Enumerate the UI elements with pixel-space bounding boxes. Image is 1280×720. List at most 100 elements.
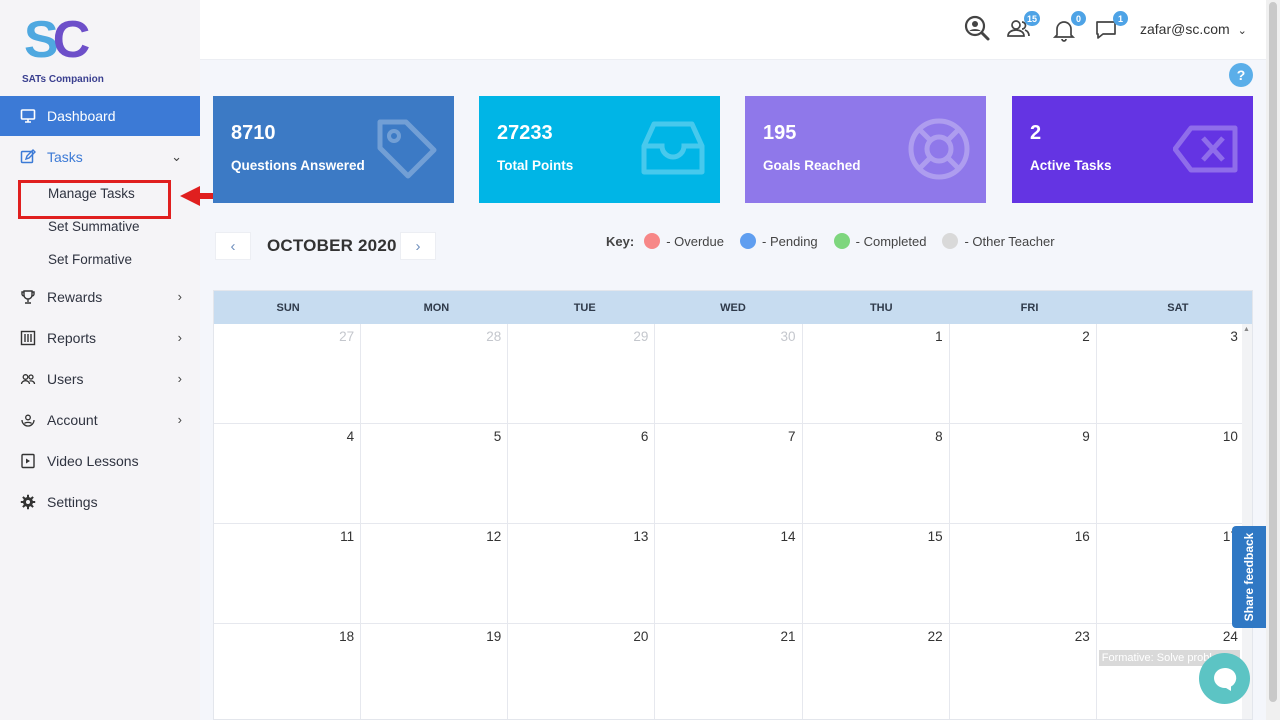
sidebar-item-video-lessons[interactable]: Video Lessons [0, 440, 200, 481]
stat-label: Goals Reached [763, 158, 861, 173]
calendar-day[interactable]: 11 [214, 524, 362, 624]
calendar-day[interactable]: 7 [655, 424, 803, 524]
sidebar-item-label: Video Lessons [47, 452, 139, 469]
chevron-left-icon: ‹ [230, 237, 236, 255]
calendar-day[interactable]: 10 [1096, 424, 1244, 524]
sidebar-item-users[interactable]: Users › [0, 358, 200, 399]
share-feedback-tab[interactable]: Share feedback [1232, 526, 1266, 628]
user-search-icon[interactable] [962, 14, 992, 44]
sidebar-item-label: Account [47, 411, 98, 428]
calendar-day[interactable]: 23 [950, 624, 1097, 719]
day-number: 5 [493, 429, 502, 444]
day-number: 19 [486, 629, 502, 644]
calendar-day[interactable]: 19 [361, 624, 509, 719]
key-other-teacher: - Other Teacher [964, 233, 1055, 249]
sidebar-item-reports[interactable]: Reports › [0, 317, 200, 358]
calendar-body: 27 28 29 30 1 2 3 4 5 6 7 8 9 10 11 12 1… [214, 324, 1244, 719]
day-number: 15 [927, 529, 943, 544]
sidebar-item-rewards[interactable]: Rewards › [0, 276, 200, 317]
calendar-day[interactable]: 30 [655, 324, 803, 424]
day-of-week-header: THU [869, 301, 893, 314]
stat-label: Active Tasks [1030, 158, 1112, 173]
day-number: 14 [780, 529, 796, 544]
notifications-badge: 0 [1071, 11, 1086, 26]
sidebar-item-settings[interactable]: Settings [0, 481, 200, 522]
sidebar-item-account[interactable]: Account › [0, 399, 200, 440]
sidebar-item-label: Rewards [47, 288, 103, 305]
users-notify-icon[interactable]: 15 [1006, 11, 1040, 44]
feedback-label: Share feedback [1242, 532, 1256, 622]
day-number: 13 [633, 529, 649, 544]
calendar-day[interactable]: 13 [508, 524, 656, 624]
calendar-day[interactable]: 5 [361, 424, 509, 524]
stat-card-goals: 195 Goals Reached [745, 96, 986, 203]
day-number: 29 [633, 329, 649, 344]
calendar-day[interactable]: 18 [214, 624, 362, 719]
overdue-dot [644, 233, 661, 249]
key-completed: - Completed [855, 233, 927, 249]
calendar-day[interactable]: 15 [802, 524, 950, 624]
calendar-day[interactable]: 29 [508, 324, 656, 424]
calendar-header-row: SUN MON TUE WED THU FRI SAT [214, 291, 1252, 324]
chat-button[interactable] [1199, 653, 1250, 704]
day-number: 7 [787, 429, 796, 444]
calendar-prev-button[interactable]: ‹ [215, 232, 251, 260]
calendar-day[interactable]: 28 [361, 324, 509, 424]
calendar-day[interactable]: 21 [655, 624, 803, 719]
calendar-day[interactable]: 20 [508, 624, 656, 719]
stat-card-questions: 8710 Questions Answered [213, 96, 454, 203]
help-button[interactable]: ? [1229, 63, 1253, 87]
key-overdue: - Overdue [666, 233, 724, 249]
calendar-day[interactable]: 22 [803, 624, 950, 719]
calendar-day[interactable]: 27 [214, 324, 362, 424]
day-number: 21 [780, 629, 796, 644]
calendar-day[interactable]: 16 [949, 524, 1097, 624]
tag-icon [377, 119, 437, 179]
calendar-week: 18 19 20 21 22 23 24 Formative: Solve pr… [214, 624, 1244, 719]
calendar-grid: SUN MON TUE WED THU FRI SAT 27 28 29 30 … [213, 290, 1253, 720]
video-icon [20, 453, 36, 469]
logo[interactable]: SC SATs Companion [20, 14, 120, 88]
calendar-day[interactable]: 17 [1096, 524, 1244, 624]
calendar-day[interactable]: 4 [214, 424, 362, 524]
calendar-next-button[interactable]: › [400, 232, 436, 260]
stat-card-active-tasks: 2 Active Tasks [1012, 96, 1253, 203]
sidebar-subitem-set-formative[interactable]: Set Formative [0, 243, 200, 276]
day-number: 1 [935, 329, 943, 344]
calendar-day[interactable]: 2 [949, 324, 1097, 424]
key-label: Key: [606, 233, 635, 249]
user-menu[interactable]: zafar@sc.com ⌄ [1140, 21, 1247, 37]
calendar-day[interactable]: 6 [508, 424, 656, 524]
sidebar-item-tasks[interactable]: Tasks ⌄ [0, 136, 200, 177]
chevron-right-icon: › [177, 330, 182, 345]
sidebar-item-label: Settings [47, 493, 98, 510]
page-scrollbar[interactable] [1266, 0, 1280, 720]
other-teacher-dot [942, 233, 959, 249]
day-of-week-header: SAT [1167, 301, 1189, 314]
calendar-day[interactable]: 1 [802, 324, 950, 424]
calendar-key: Key: - Overdue - Pending - Completed - O… [606, 233, 1065, 249]
calendar-day[interactable]: 9 [949, 424, 1097, 524]
lifebuoy-icon [908, 118, 970, 180]
logo-tagline: SATs Companion [22, 74, 104, 85]
scroll-up-icon: ▲ [1243, 326, 1250, 333]
gear-icon [20, 494, 36, 510]
sidebar-item-dashboard[interactable]: Dashboard [0, 96, 200, 136]
annotation-highlight-box [18, 180, 171, 219]
calendar-day[interactable]: 12 [361, 524, 509, 624]
topbar: 15 0 1 zafar@sc.com ⌄ [200, 0, 1266, 60]
day-number: 24 [1222, 629, 1238, 644]
day-number: 16 [1074, 529, 1090, 544]
key-pending: - Pending [762, 233, 818, 249]
scrollbar-thumb[interactable] [1269, 2, 1277, 702]
bell-icon[interactable]: 0 [1052, 11, 1086, 44]
day-number: 4 [346, 429, 355, 444]
calendar-day[interactable]: 8 [802, 424, 950, 524]
calendar-day[interactable]: 14 [655, 524, 803, 624]
day-of-week-header: MON [423, 301, 450, 314]
sidebar-item-label: Tasks [47, 148, 83, 165]
calendar-day[interactable]: 3 [1096, 324, 1244, 424]
stat-value: 8710 [231, 122, 276, 144]
user-email: zafar@sc.com [1140, 21, 1230, 37]
message-icon[interactable]: 1 [1094, 11, 1128, 44]
